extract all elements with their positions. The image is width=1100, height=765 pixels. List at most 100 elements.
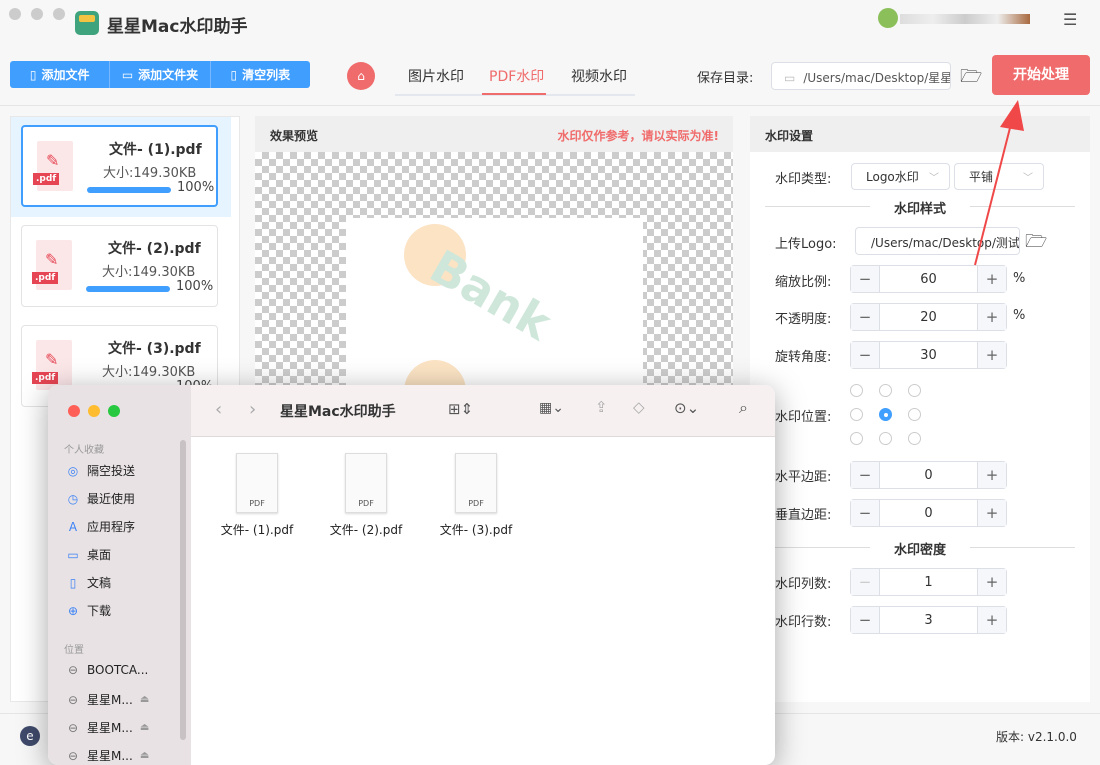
search-icon[interactable]: ⌕ [739, 398, 748, 418]
type-label: 水印类型: [775, 172, 832, 187]
preview-header: 效果预览 水印仅作参考，请以实际为准! [255, 116, 733, 152]
chevron-down-icon: ﹀ [929, 173, 939, 184]
sidebar-item-documents[interactable]: ▯ 文稿 [66, 574, 111, 591]
plus-icon[interactable]: + [977, 462, 1006, 488]
drive-icon: ⊖ [67, 663, 79, 677]
add-file-button[interactable]: ▯ 添加文件 [10, 61, 111, 88]
save-dir-input[interactable]: ▭/Users/mac/Desktop/星星 [771, 62, 951, 90]
file-icon: ▯ [29, 67, 37, 82]
pdf-thumbnail-icon: PDF [455, 453, 497, 513]
finder-file[interactable]: PDF 文件- (2).pdf [316, 453, 416, 538]
start-processing-button[interactable]: 开始处理 [992, 55, 1090, 95]
drive-icon: ⊖ [67, 692, 79, 707]
folder-icon: ▭ [784, 71, 796, 85]
position-top-right[interactable] [908, 384, 921, 397]
minus-icon[interactable]: − [851, 342, 880, 368]
plus-icon[interactable]: + [977, 342, 1006, 368]
sidebar-item-airdrop[interactable]: ◎ 隔空投送 [66, 462, 135, 479]
position-top-center[interactable] [879, 384, 892, 397]
sidebar-item-location[interactable]: ⊖ 星星M... ⏏ [66, 691, 149, 708]
minus-icon[interactable]: − [851, 607, 880, 633]
sidebar-item-downloads[interactable]: ⊕ 下载 [66, 602, 111, 619]
download-icon: ⊕ [67, 603, 79, 618]
add-folder-button[interactable]: ▭ 添加文件夹 [110, 61, 211, 88]
eject-icon[interactable]: ⏏ [140, 722, 149, 733]
minimize-button[interactable] [31, 8, 43, 20]
minus-icon[interactable]: − [851, 500, 880, 526]
position-top-left[interactable] [850, 384, 863, 397]
progress-bar [86, 286, 170, 292]
position-middle-left[interactable] [850, 408, 863, 421]
avatar[interactable] [878, 8, 898, 28]
forward-icon[interactable]: › [249, 399, 256, 420]
group-icon[interactable]: ▦⌄ [539, 400, 564, 416]
home-icon[interactable]: ⌂ [347, 62, 375, 90]
plus-icon[interactable]: + [977, 500, 1006, 526]
tag-icon[interactable]: ◇ [633, 398, 645, 416]
drive-icon: ⊖ [67, 748, 79, 763]
sidebar-item-recents[interactable]: ◷ 最近使用 [66, 490, 135, 507]
rows-label: 水印行数: [775, 615, 832, 630]
app-logo-icon [75, 11, 99, 35]
divider [0, 105, 1100, 106]
save-dir-label: 保存目录: [697, 71, 754, 86]
logo-label: 上传Logo: [775, 237, 837, 252]
rotation-stepper[interactable]: −30 + [850, 341, 1007, 369]
position-bottom-center[interactable] [879, 432, 892, 445]
clear-list-button[interactable]: ▯ 清空列表 [211, 61, 310, 88]
unit: % [1013, 308, 1026, 323]
more-icon[interactable]: ⊙⌄ [674, 399, 699, 417]
browse-folder-icon[interactable]: 🗁 [960, 64, 982, 94]
file-item[interactable]: ✎ .pdf 文件- (1).pdf 大小:149.30KB 100% [21, 125, 218, 207]
finder-toolbar: ‹ › 星星Mac水印助手 ⊞⇕ ▦⌄ ⇪ ◇ ⊙⌄ ⌕ [191, 385, 775, 437]
active-tab-indicator [482, 93, 546, 95]
share-icon[interactable]: ⇪ [595, 398, 608, 416]
tab-video-watermark[interactable]: 视频水印 [571, 66, 627, 86]
eject-icon[interactable]: ⏏ [140, 694, 149, 705]
sidebar-item-location[interactable]: ⊖ 星星M... ⏏ [66, 719, 149, 736]
rows-stepper[interactable]: −3 + [850, 606, 1007, 634]
cols-stepper[interactable]: −1 + [850, 568, 1007, 596]
sidebar-item-applications[interactable]: A 应用程序 [66, 518, 135, 535]
desktop-icon: ▭ [67, 547, 79, 562]
finder-window: 个人收藏 ◎ 隔空投送 ◷ 最近使用 A 应用程序 ▭ 桌面 ▯ 文稿 ⊕ 下载 位置 ⊖ B… [48, 385, 775, 765]
plus-icon[interactable]: + [977, 607, 1006, 633]
plus-icon[interactable]: + [977, 569, 1006, 595]
sidebar-item-location[interactable]: ⊖ 星星M... ⏏ [66, 747, 149, 764]
tab-image-watermark[interactable]: 图片水印 [408, 66, 464, 86]
sidebar-item-desktop[interactable]: ▭ 桌面 [66, 546, 111, 563]
position-bottom-left[interactable] [850, 432, 863, 445]
close-button[interactable] [68, 405, 80, 417]
sidebar-item-location[interactable]: ⊖ BOOTCA... [66, 663, 148, 677]
position-middle-right[interactable] [908, 408, 921, 421]
favorites-heading: 个人收藏 [64, 445, 104, 456]
file-item[interactable]: ✎ .pdf 文件- (2).pdf 大小:149.30KB 100% [21, 225, 218, 307]
minus-icon[interactable]: − [851, 304, 880, 330]
eject-icon[interactable]: ⏏ [140, 750, 149, 761]
sidebar-scrollbar[interactable] [180, 440, 186, 740]
minus-icon[interactable]: − [851, 266, 880, 292]
position-bottom-right[interactable] [908, 432, 921, 445]
vmargin-stepper[interactable]: −0 + [850, 499, 1007, 527]
watermark-type-select[interactable]: Logo水印 ﹀ [851, 163, 950, 190]
hmargin-stepper[interactable]: −0 + [850, 461, 1007, 489]
version-text: 版本: v2.1.0.0 [996, 730, 1077, 744]
minus-icon[interactable]: − [851, 569, 880, 595]
minus-icon[interactable]: − [851, 462, 880, 488]
plus-icon[interactable]: + [977, 304, 1006, 330]
tab-pdf-watermark[interactable]: PDF水印 [489, 66, 544, 86]
close-button[interactable] [9, 8, 21, 20]
settings-header: 水印设置 [750, 116, 1090, 152]
finder-file[interactable]: PDF 文件- (1).pdf [207, 453, 307, 538]
back-icon[interactable]: ‹ [215, 399, 222, 420]
zoom-button[interactable] [53, 8, 65, 20]
finder-file[interactable]: PDF 文件- (3).pdf [426, 453, 526, 538]
minimize-button[interactable] [88, 405, 100, 417]
settings-sliders-icon[interactable]: ☰ [1063, 10, 1077, 29]
opacity-stepper[interactable]: −20 + [850, 303, 1007, 331]
zoom-button[interactable] [108, 405, 120, 417]
position-center[interactable] [879, 408, 892, 421]
browser-e-icon[interactable]: e [20, 726, 40, 746]
grid-view-icon[interactable]: ⊞⇕ [448, 400, 473, 418]
cols-label: 水印列数: [775, 577, 832, 592]
